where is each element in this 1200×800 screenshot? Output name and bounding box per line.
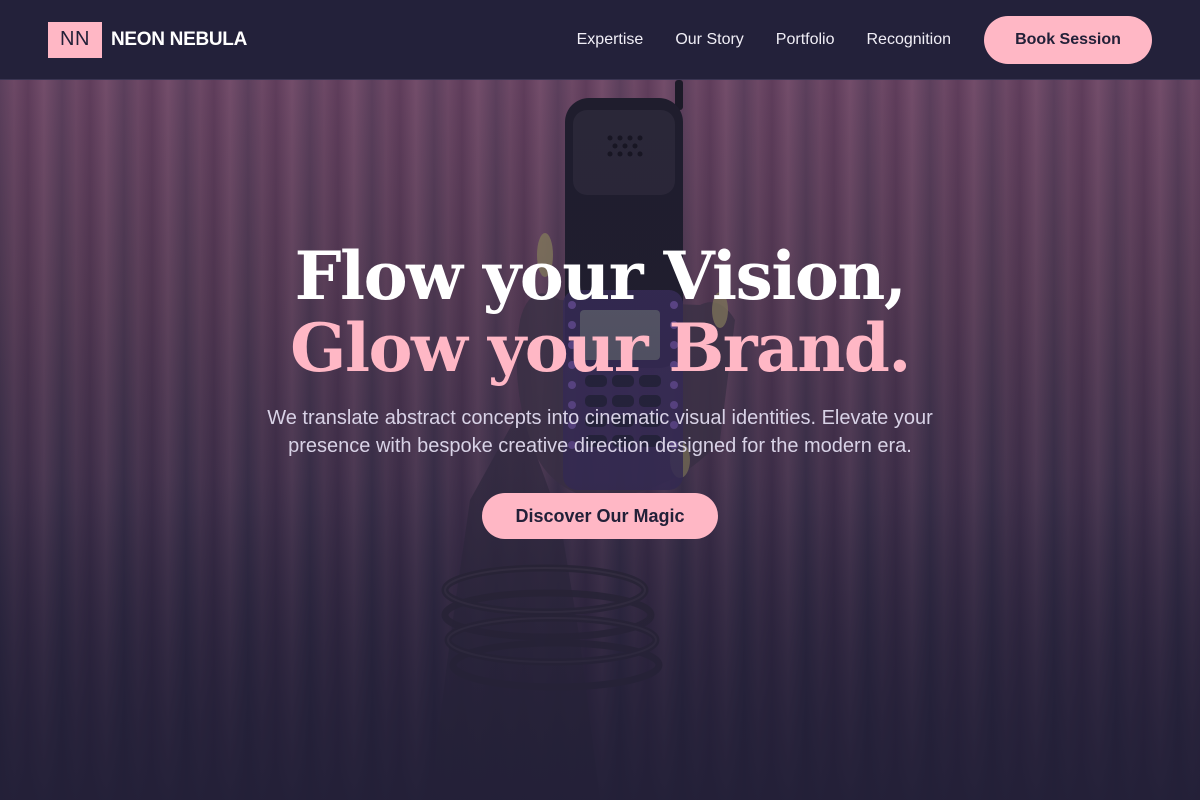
nav-link-recognition[interactable]: Recognition — [867, 31, 952, 49]
brand-logo[interactable]: NN NEON NEBULA — [48, 21, 248, 58]
nav-link-expertise[interactable]: Expertise — [577, 31, 644, 49]
hero-section: Flow your Vision, Glow your Brand. We tr… — [0, 80, 1200, 800]
nav-link-our-story[interactable]: Our Story — [675, 31, 743, 49]
hero-content: Flow your Vision, Glow your Brand. We tr… — [0, 240, 1200, 539]
book-session-button[interactable]: Book Session — [984, 15, 1152, 64]
top-navbar: NN NEON NEBULA Expertise Our Story Portf… — [0, 0, 1200, 80]
nav-links: Expertise Our Story Portfolio Recognitio… — [577, 31, 951, 49]
hero-headline: Flow your Vision, Glow your Brand. — [0, 240, 1200, 384]
nav-link-portfolio[interactable]: Portfolio — [776, 31, 835, 49]
hero-headline-line2: Glow your Brand. — [290, 309, 911, 387]
brand-logo-mark: NN — [48, 21, 102, 58]
hero-subtext: We translate abstract concepts into cine… — [267, 407, 933, 457]
hero-headline-line1: Flow your Vision, — [294, 237, 907, 315]
brand-name: NEON NEBULA — [111, 28, 248, 50]
discover-magic-button[interactable]: Discover Our Magic — [482, 493, 718, 539]
